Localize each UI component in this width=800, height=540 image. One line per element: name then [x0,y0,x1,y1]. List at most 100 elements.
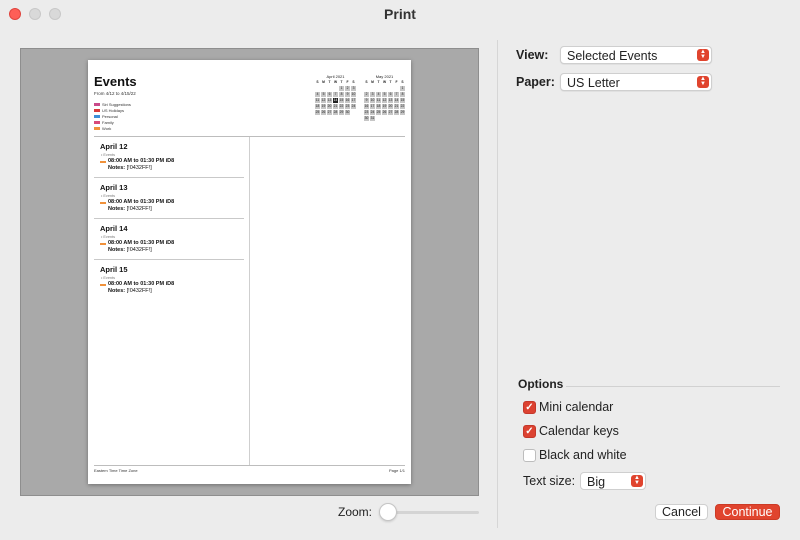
mini-calendar-day: 29 [339,110,344,115]
notes-label: Notes: [108,165,126,171]
weekday-header: S [352,80,355,84]
notes-label: Notes: [108,288,126,294]
mini-calendar-day: 3 [351,86,356,91]
mini-calendar-day [400,116,405,121]
day-calendar-name: • Events [101,153,115,157]
panel-divider [497,40,498,528]
day-title: April 15 [100,265,128,274]
weekday-header: S [401,80,404,84]
mini-calendar-day: 15 [400,98,405,103]
notes-value: [!0432FF!] [126,247,152,253]
event-notes: Notes: [!0432FF!] [108,288,152,294]
text-size-popup[interactable]: Big ▲ ▼ [580,472,646,490]
legend-label: Work [102,125,112,131]
calendar-keys-label: Calendar keys [539,424,619,438]
event-notes: Notes: [!0432FF!] [108,165,152,171]
mini-calendar-day: 9 [364,98,369,103]
updown-chevron-icon: ▲ ▼ [697,49,709,61]
weekday-header: F [395,80,398,84]
mini-calendar-day: 28 [333,110,338,115]
mini-calendar-day: 14 [394,98,399,103]
cancel-button[interactable]: Cancel [655,504,708,520]
options-heading: Options [518,377,564,391]
mini-calendar-grid: S M T W T F S 1 2 3 4 5 6 7 8 9 10 11 12 13 14 15 16 17 18 19 20 21… [364,80,405,121]
calendar-name: Events [103,194,115,198]
day-section: April 12 • Events 08:00 AM to 01:30 PM i… [94,137,244,178]
mini-calendar-day: 22 [400,104,405,109]
mini-calendar-day: 16 [364,104,369,109]
continue-button[interactable]: Continue [715,504,780,520]
updown-chevron-icon: ▲ ▼ [631,475,643,487]
mini-calendar-day: 29 [400,110,405,115]
mini-calendar-day: 5 [382,92,387,97]
mini-calendar-day [388,86,393,91]
mini-calendar-day: 10 [370,98,375,103]
mini-calendar-day: 20 [327,104,332,109]
view-value: Selected Events [567,49,658,63]
mini-calendar-day: 8 [339,92,344,97]
zoom-slider-knob[interactable] [379,503,397,521]
mini-calendar-day: 1 [339,86,344,91]
calendar-keys-checkbox[interactable]: ✓ [523,425,536,438]
mini-calendar-april: April 2021 S M T W T F S 1 2 3 4 5 6 7 8 9 10 11 12 13 14 15 1… [315,74,356,115]
paper-popup[interactable]: US Letter ▲ ▼ [560,73,712,91]
mini-calendar-day: 17 [351,98,356,103]
mini-calendar-day: 23 [345,104,350,109]
legend-swatch [94,120,100,124]
weekday-header: S [365,80,368,84]
mini-calendar-day: 12 [321,98,326,103]
paper-label: Paper: [516,75,555,89]
calendar-name: Events [103,235,115,239]
updown-chevron-icon: ▲ ▼ [697,76,709,88]
footer-divider [94,465,405,466]
mini-calendar-day: 17 [370,104,375,109]
mini-calendar-day: 23 [364,110,369,115]
window-title: Print [384,6,416,22]
mini-calendar-day: 30 [345,110,350,115]
view-popup[interactable]: Selected Events ▲ ▼ [560,46,712,64]
event-notes: Notes: [!0432FF!] [108,247,152,253]
event-color-swatch [100,284,106,286]
print-preview-area: Events From 4/12 to 4/15/22 Siri Suggest… [20,48,479,496]
mini-calendar-day: 24 [351,104,356,109]
mini-calendar-day [351,110,356,115]
mini-calendar-day [333,86,338,91]
notes-value: [!0432FF!] [126,165,152,171]
mini-calendar-day: 6 [388,92,393,97]
notes-value: [!0432FF!] [126,288,152,294]
mini-calendar-day: 26 [382,110,387,115]
mini-calendar-day [370,86,375,91]
mini-calendar-day: 30 [364,116,369,121]
mini-calendar-day: 9 [345,92,350,97]
legend-label: Personal [102,113,118,119]
mini-calendar-day [327,86,332,91]
mini-calendar-day: 25 [315,110,320,115]
mini-calendar-checkbox[interactable]: ✓ [523,401,536,414]
mini-calendar-day [376,86,381,91]
mini-calendar-day [364,86,369,91]
legend-item: Work [94,125,131,131]
mini-calendar-day: 7 [333,92,338,97]
mini-calendar-day: 27 [388,110,393,115]
event-notes: Notes: [!0432FF!] [108,206,152,212]
weekday-header: W [333,80,338,84]
mini-calendar-day: 19 [321,104,326,109]
paper-value: US Letter [567,76,620,90]
zoom-slider-track[interactable] [383,511,479,514]
mini-calendar-day: 25 [376,110,381,115]
event-time: 08:00 AM to 01:30 PM iD8 [108,240,175,246]
legend-swatch [94,108,100,112]
mini-calendar-day: 19 [382,104,387,109]
mini-calendar-day [382,86,387,91]
mini-calendar-day: 22 [339,104,344,109]
mini-calendar-day [382,116,387,121]
day-calendar-name: • Events [101,276,115,280]
day-section: April 13 • Events 08:00 AM to 01:30 PM i… [94,178,244,219]
mini-calendar-day: 11 [315,98,320,103]
mini-calendar-day [388,116,393,121]
preview-footer-timezone: Eastern Time Time Zone [94,468,138,473]
mini-calendar-day: 26 [321,110,326,115]
black-and-white-checkbox[interactable] [523,449,536,462]
calendar-name: Events [103,276,115,280]
mini-calendar-day: 18 [376,104,381,109]
